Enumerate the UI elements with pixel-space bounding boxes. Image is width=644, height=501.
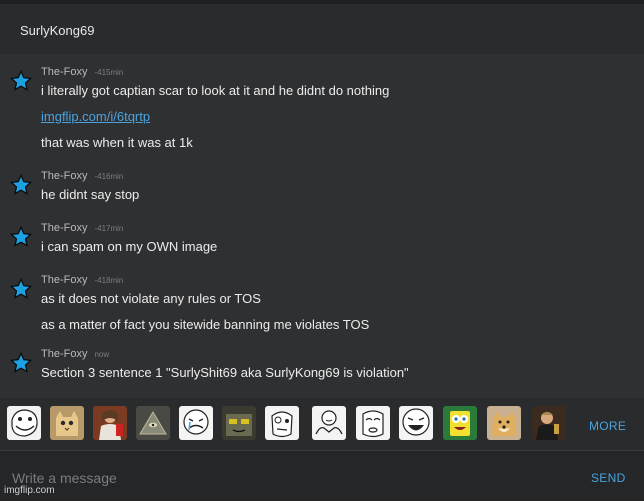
message-text: as a matter of fact you sitewide banning… [41, 317, 370, 332]
chat-partner-name[interactable]: SurlyKong69 [20, 23, 94, 38]
star-icon [10, 174, 32, 195]
doge-icon[interactable] [487, 406, 521, 440]
illuminati-icon[interactable] [136, 406, 170, 440]
lol-face-icon[interactable] [399, 406, 433, 440]
star-icon [10, 70, 32, 91]
message-timestamp: -415min [94, 68, 124, 77]
message-author[interactable]: The-Foxy -417min [41, 222, 123, 234]
message-author[interactable]: The-Foxy -415min [41, 66, 123, 78]
message-author[interactable]: The-Foxy -416min [41, 170, 123, 182]
message-author[interactable]: The-Foxy now [41, 348, 109, 360]
jesus-icon[interactable] [93, 406, 127, 440]
chat-header: SurlyKong69 [0, 4, 644, 54]
compose-area: SEND [0, 450, 644, 501]
me-gusta-face-icon[interactable] [356, 406, 390, 440]
shrug-face-icon[interactable] [312, 406, 346, 440]
message-text: i literally got captian scar to look at … [41, 83, 390, 98]
leonardo-icon[interactable] [532, 406, 566, 440]
message-text: Section 3 sentence 1 "SurlyShit69 aka Su… [41, 365, 409, 380]
message-text: that was when it was at 1k [41, 135, 193, 150]
message-text: i can spam on my OWN image [41, 239, 218, 254]
message-timestamp: now [94, 350, 110, 359]
star-icon [10, 352, 32, 373]
star-icon [10, 226, 32, 247]
send-button[interactable]: SEND [591, 471, 626, 485]
message-timestamp: -418min [94, 276, 124, 285]
derp-face-icon[interactable] [265, 406, 299, 440]
message-list[interactable]: The-Foxy -415min i literally got captian … [0, 54, 644, 398]
cool-face-icon[interactable] [222, 406, 256, 440]
spongebob-icon[interactable] [443, 406, 477, 440]
message-link[interactable]: imgflip.com/i/6tqrtp [41, 109, 150, 124]
more-emoji-button[interactable]: MORE [589, 419, 626, 433]
troll-face-icon[interactable] [7, 406, 41, 440]
message-timestamp: -416min [94, 172, 124, 181]
cat-icon[interactable] [50, 406, 84, 440]
imgflip-watermark: imgflip.com [4, 485, 55, 496]
message-author[interactable]: The-Foxy -418min [41, 274, 123, 286]
emoji-bar: MORE [0, 398, 644, 450]
message-timestamp: -417min [94, 224, 124, 233]
crying-face-icon[interactable] [179, 406, 213, 440]
message-text: he didnt say stop [41, 187, 140, 202]
star-icon [10, 278, 32, 299]
message-input[interactable] [10, 467, 574, 489]
message-text: as it does not violate any rules or TOS [41, 291, 261, 306]
